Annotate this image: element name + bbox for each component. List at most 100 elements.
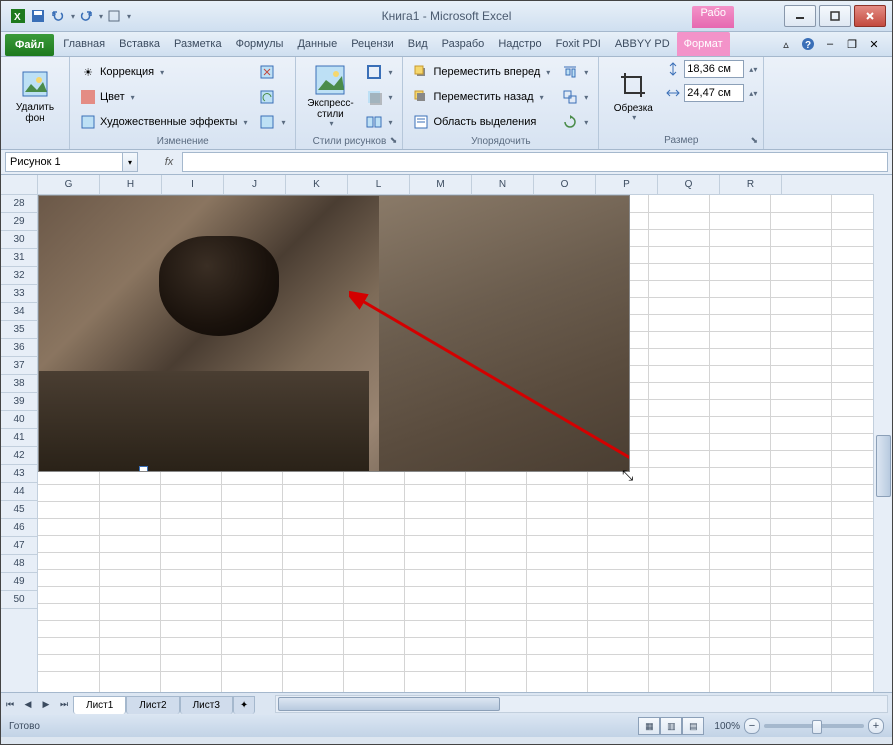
remove-background-button[interactable]: Удалить фон xyxy=(7,60,63,132)
tab-view[interactable]: Вид xyxy=(401,32,435,56)
column-header[interactable]: L xyxy=(348,175,410,194)
picture-border-button[interactable]: ▾ xyxy=(362,60,396,84)
select-all-button[interactable] xyxy=(1,175,38,195)
redo-icon[interactable] xyxy=(77,7,95,25)
sheet-tab-1[interactable]: Лист1 xyxy=(73,696,126,714)
tab-developer[interactable]: Разрабо xyxy=(435,32,492,56)
crop-button[interactable]: Обрезка▾ xyxy=(605,60,661,132)
row-header[interactable]: 38 xyxy=(1,375,37,393)
workbook-minimize-icon[interactable]: – xyxy=(822,36,838,52)
redo-dropdown-icon[interactable]: ▾ xyxy=(99,12,103,21)
workbook-restore-icon[interactable]: ❐ xyxy=(844,36,860,52)
column-header[interactable]: O xyxy=(534,175,596,194)
zoom-out-button[interactable]: − xyxy=(744,718,760,734)
sheet-nav-last[interactable]: ⏭ xyxy=(55,695,73,713)
cells[interactable]: ⤡ xyxy=(38,195,873,692)
tab-data[interactable]: Данные xyxy=(290,32,344,56)
new-sheet-button[interactable]: ✦ xyxy=(233,696,255,714)
tab-foxit[interactable]: Foxit PDI xyxy=(549,32,608,56)
rotate-button[interactable]: ▾ xyxy=(558,110,592,134)
workbook-close-icon[interactable]: ✕ xyxy=(866,36,882,52)
row-header[interactable]: 30 xyxy=(1,231,37,249)
selection-pane-button[interactable]: Область выделения xyxy=(409,110,554,134)
picture-layout-button[interactable]: ▾ xyxy=(362,110,396,134)
row-header[interactable]: 45 xyxy=(1,501,37,519)
row-header[interactable]: 43 xyxy=(1,465,37,483)
zoom-slider-handle[interactable] xyxy=(812,720,822,734)
column-header[interactable]: P xyxy=(596,175,658,194)
tab-addins[interactable]: Надстро xyxy=(491,32,548,56)
picture-effects-button[interactable]: ▾ xyxy=(362,85,396,109)
column-header[interactable]: N xyxy=(472,175,534,194)
tab-insert[interactable]: Вставка xyxy=(112,32,167,56)
height-spinner[interactable]: ▴▾ xyxy=(665,60,757,78)
column-header[interactable]: R xyxy=(720,175,782,194)
row-header[interactable]: 41 xyxy=(1,429,37,447)
name-box-dropdown[interactable]: ▾ xyxy=(123,152,138,172)
undo-dropdown-icon[interactable]: ▾ xyxy=(71,12,75,21)
row-header[interactable]: 49 xyxy=(1,573,37,591)
column-header[interactable]: J xyxy=(224,175,286,194)
tab-abbyy[interactable]: ABBYY PD xyxy=(608,32,677,56)
row-header[interactable]: 32 xyxy=(1,267,37,285)
color-button[interactable]: Цвет▾ xyxy=(76,85,251,109)
normal-view-button[interactable]: ▦ xyxy=(638,717,660,735)
group-objects-button[interactable]: ▾ xyxy=(558,85,592,109)
corrections-button[interactable]: ☀Коррекция▾ xyxy=(76,60,251,84)
spinner-icon[interactable]: ▴▾ xyxy=(749,65,757,74)
row-header[interactable]: 42 xyxy=(1,447,37,465)
send-backward-button[interactable]: Переместить назад▾ xyxy=(409,85,554,109)
row-header[interactable]: 39 xyxy=(1,393,37,411)
undo-icon[interactable] xyxy=(49,7,67,25)
zoom-level[interactable]: 100% xyxy=(714,721,740,732)
tab-layout[interactable]: Разметка xyxy=(167,32,229,56)
bring-forward-button[interactable]: Переместить вперед▾ xyxy=(409,60,554,84)
row-header[interactable]: 47 xyxy=(1,537,37,555)
row-header[interactable]: 33 xyxy=(1,285,37,303)
reset-picture-button[interactable]: ▾ xyxy=(255,110,289,134)
align-button[interactable]: ▾ xyxy=(558,60,592,84)
column-header[interactable]: H xyxy=(100,175,162,194)
name-box[interactable]: Рисунок 1 xyxy=(5,152,123,172)
excel-icon[interactable]: X xyxy=(9,7,27,25)
column-header[interactable]: I xyxy=(162,175,224,194)
minimize-ribbon-icon[interactable]: ▵ xyxy=(778,36,794,52)
row-header[interactable]: 46 xyxy=(1,519,37,537)
horizontal-scroll-thumb[interactable] xyxy=(278,697,500,711)
row-header[interactable]: 28 xyxy=(1,195,37,213)
compress-button[interactable] xyxy=(255,60,289,84)
spinner-icon[interactable]: ▴▾ xyxy=(749,89,757,98)
row-header[interactable]: 35 xyxy=(1,321,37,339)
width-input[interactable] xyxy=(684,84,744,102)
inserted-picture[interactable] xyxy=(38,195,630,472)
page-layout-view-button[interactable]: ▥ xyxy=(660,717,682,735)
row-header[interactable]: 37 xyxy=(1,357,37,375)
maximize-button[interactable] xyxy=(819,5,851,27)
zoom-in-button[interactable]: + xyxy=(868,718,884,734)
change-picture-button[interactable] xyxy=(255,85,289,109)
column-header[interactable]: K xyxy=(286,175,348,194)
row-header[interactable]: 34 xyxy=(1,303,37,321)
vertical-scrollbar[interactable] xyxy=(873,195,892,692)
row-header[interactable]: 40 xyxy=(1,411,37,429)
column-header[interactable]: M xyxy=(410,175,472,194)
sheet-nav-next[interactable]: ▶ xyxy=(37,695,55,713)
column-header[interactable]: G xyxy=(38,175,100,194)
horizontal-scrollbar[interactable] xyxy=(275,695,888,713)
row-header[interactable]: 48 xyxy=(1,555,37,573)
sheet-nav-prev[interactable]: ◀ xyxy=(19,695,37,713)
tab-format[interactable]: Формат xyxy=(677,32,730,56)
resize-handle[interactable] xyxy=(139,466,148,472)
column-header[interactable]: Q xyxy=(658,175,720,194)
save-icon[interactable] xyxy=(29,7,47,25)
size-dialog-launcher[interactable]: ⬊ xyxy=(748,134,760,146)
close-button[interactable] xyxy=(854,5,886,27)
sheet-nav-first[interactable]: ⏮ xyxy=(1,695,19,713)
row-header[interactable]: 50 xyxy=(1,591,37,609)
styles-dialog-launcher[interactable]: ⬊ xyxy=(387,134,399,146)
tab-review[interactable]: Рецензи xyxy=(344,32,401,56)
minimize-button[interactable] xyxy=(784,5,816,27)
fx-button[interactable]: fx xyxy=(158,153,180,171)
page-break-view-button[interactable]: ▤ xyxy=(682,717,704,735)
row-header[interactable]: 29 xyxy=(1,213,37,231)
